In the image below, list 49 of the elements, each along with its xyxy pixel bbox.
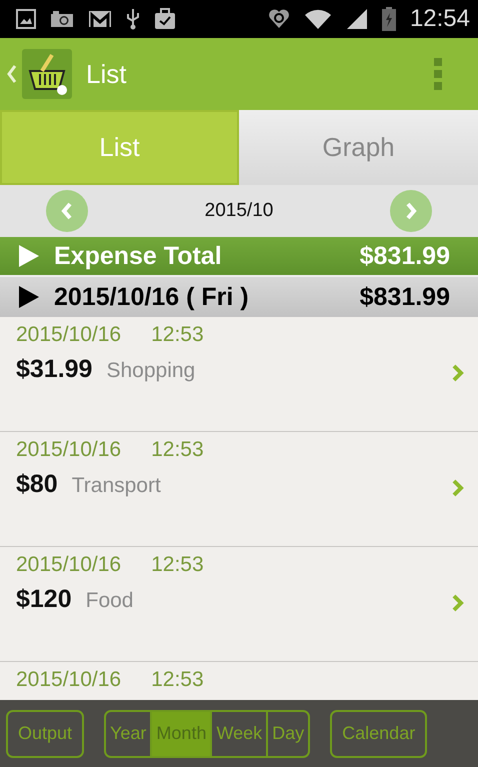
expense-total-label: Expense Total <box>54 242 223 270</box>
output-button[interactable]: Output <box>6 710 84 758</box>
usb-icon <box>126 8 140 30</box>
heart-sync-icon <box>268 8 290 30</box>
entry-date: 2015/10/16 <box>16 438 122 462</box>
period-tab[interactable]: Day <box>266 712 308 756</box>
entry-date: 2015/10/16 <box>16 668 122 692</box>
entry-time: 12:53 <box>151 668 204 692</box>
entry-category: Shopping <box>106 359 196 383</box>
entry-time: 12:53 <box>151 438 204 462</box>
entry-amount: $80 <box>16 470 58 499</box>
month-label: 2015/10 <box>204 200 274 222</box>
period-tab[interactable]: Year <box>106 712 150 756</box>
entry-category: Food <box>86 589 134 613</box>
signal-icon <box>346 8 368 30</box>
chevron-right-icon[interactable] <box>452 594 464 612</box>
briefcase-check-icon <box>154 8 176 30</box>
entry-date: 2015/10/16 <box>16 553 122 577</box>
app-title: List <box>86 58 128 90</box>
chevron-right-icon[interactable] <box>452 479 464 497</box>
entry-time: 12:53 <box>151 553 204 577</box>
chevron-left-icon <box>60 202 74 220</box>
entry-time: 12:53 <box>151 323 204 347</box>
entry-category: Transport <box>72 474 161 498</box>
expense-total-amount: $831.99 <box>360 242 450 270</box>
day-header-amount: $831.99 <box>360 282 450 312</box>
play-triangle-icon[interactable] <box>18 285 40 309</box>
period-tab[interactable]: Month <box>150 712 210 756</box>
tab[interactable]: Graph <box>239 110 478 185</box>
entry-amount: $31.99 <box>16 355 92 384</box>
wifi-icon <box>304 8 332 30</box>
battery-icon <box>382 7 396 31</box>
tab[interactable]: List <box>0 110 239 185</box>
chevron-right-icon[interactable] <box>452 364 464 382</box>
period-tab[interactable]: Week <box>210 712 266 756</box>
calendar-button[interactable]: Calendar <box>330 710 428 758</box>
image-icon <box>16 9 36 29</box>
overflow-menu-icon[interactable] <box>434 58 442 90</box>
entry-amount: $120 <box>16 585 72 614</box>
previous-month-button[interactable] <box>46 190 88 232</box>
day-header-label: 2015/10/16 ( Fri ) <box>54 282 250 312</box>
basket-icon[interactable] <box>22 49 72 99</box>
camera-icon <box>50 10 74 28</box>
back-icon[interactable] <box>6 64 18 84</box>
chevron-right-icon <box>404 202 418 220</box>
status-time: 12:54 <box>410 5 470 33</box>
entry-date: 2015/10/16 <box>16 323 122 347</box>
mail-icon <box>88 10 112 28</box>
next-month-button[interactable] <box>390 190 432 232</box>
